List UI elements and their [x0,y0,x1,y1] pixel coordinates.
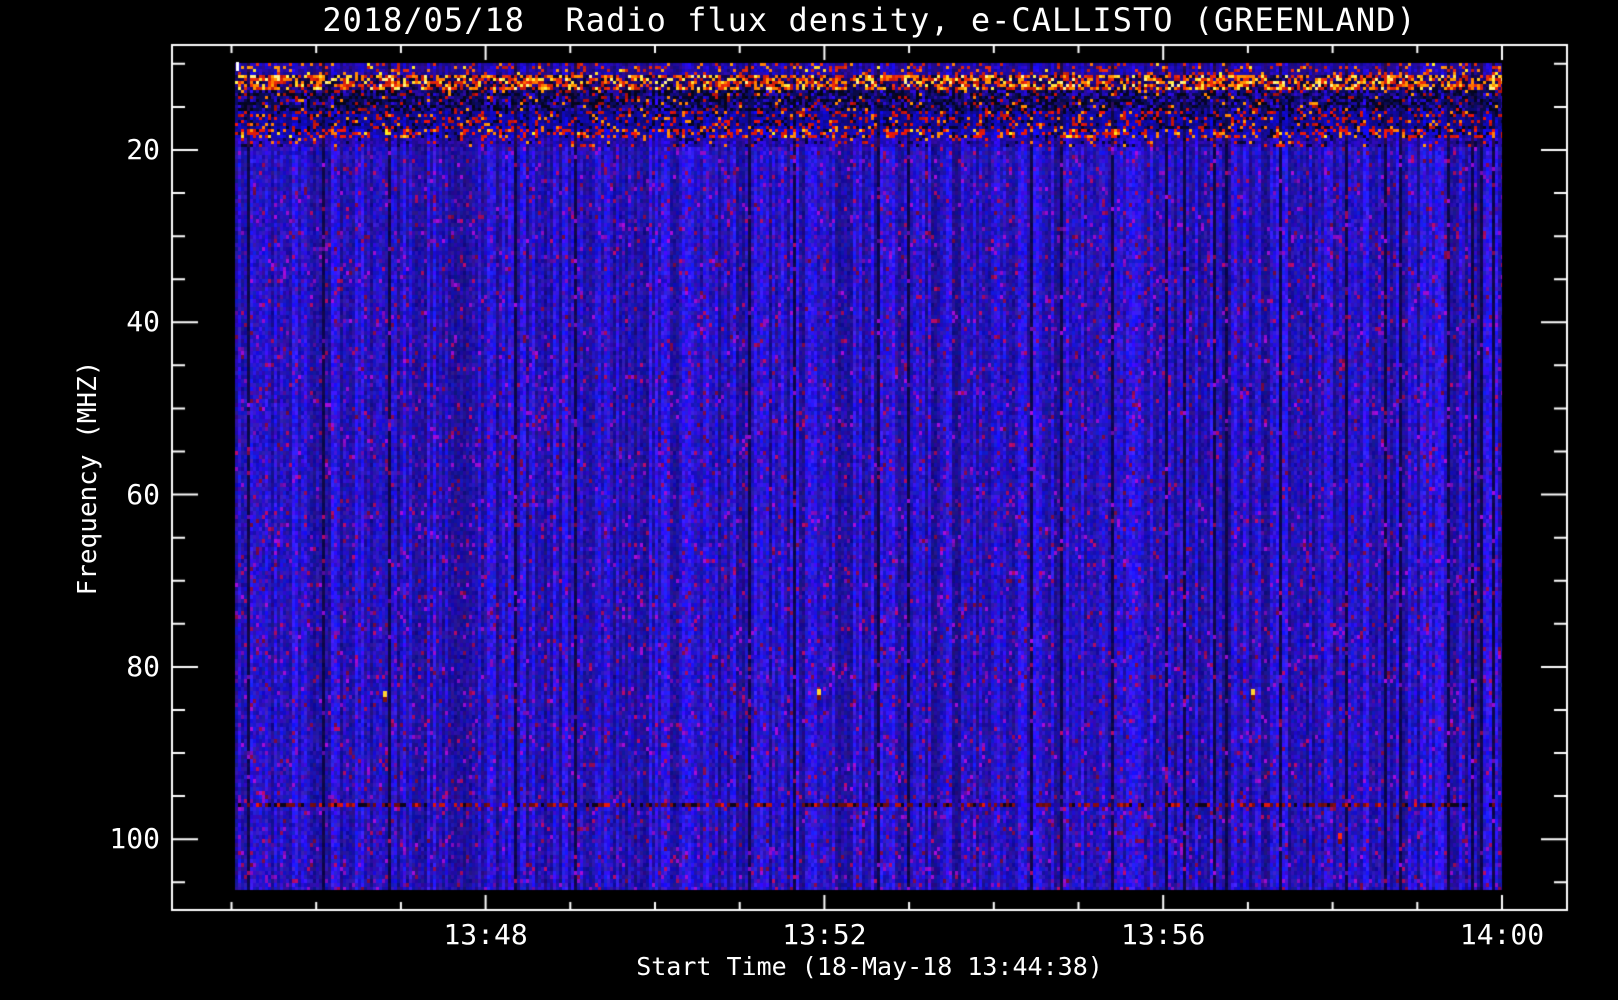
y-tick-label: 20 [126,133,160,166]
x-tick-label: 13:56 [1121,918,1206,951]
spectrogram-canvas [0,0,1618,1000]
y-tick-label: 40 [126,305,160,339]
y-tick-label: 100 [109,822,160,856]
x-axis-title: Start Time (18-May-18 13:44:38) [636,952,1103,981]
x-tick-label: 14:00 [1459,918,1545,951]
x-tick-label: 13:52 [782,918,867,951]
y-tick-label: 60 [126,477,160,511]
chart-title: 2018/05/18 Radio flux density, e-CALLIST… [322,1,1417,39]
y-tick-label: 80 [126,649,160,683]
radio-spectrogram-page: 2018/05/18 Radio flux density, e-CALLIST… [0,0,1618,1000]
x-tick-label: 13:48 [443,918,528,951]
